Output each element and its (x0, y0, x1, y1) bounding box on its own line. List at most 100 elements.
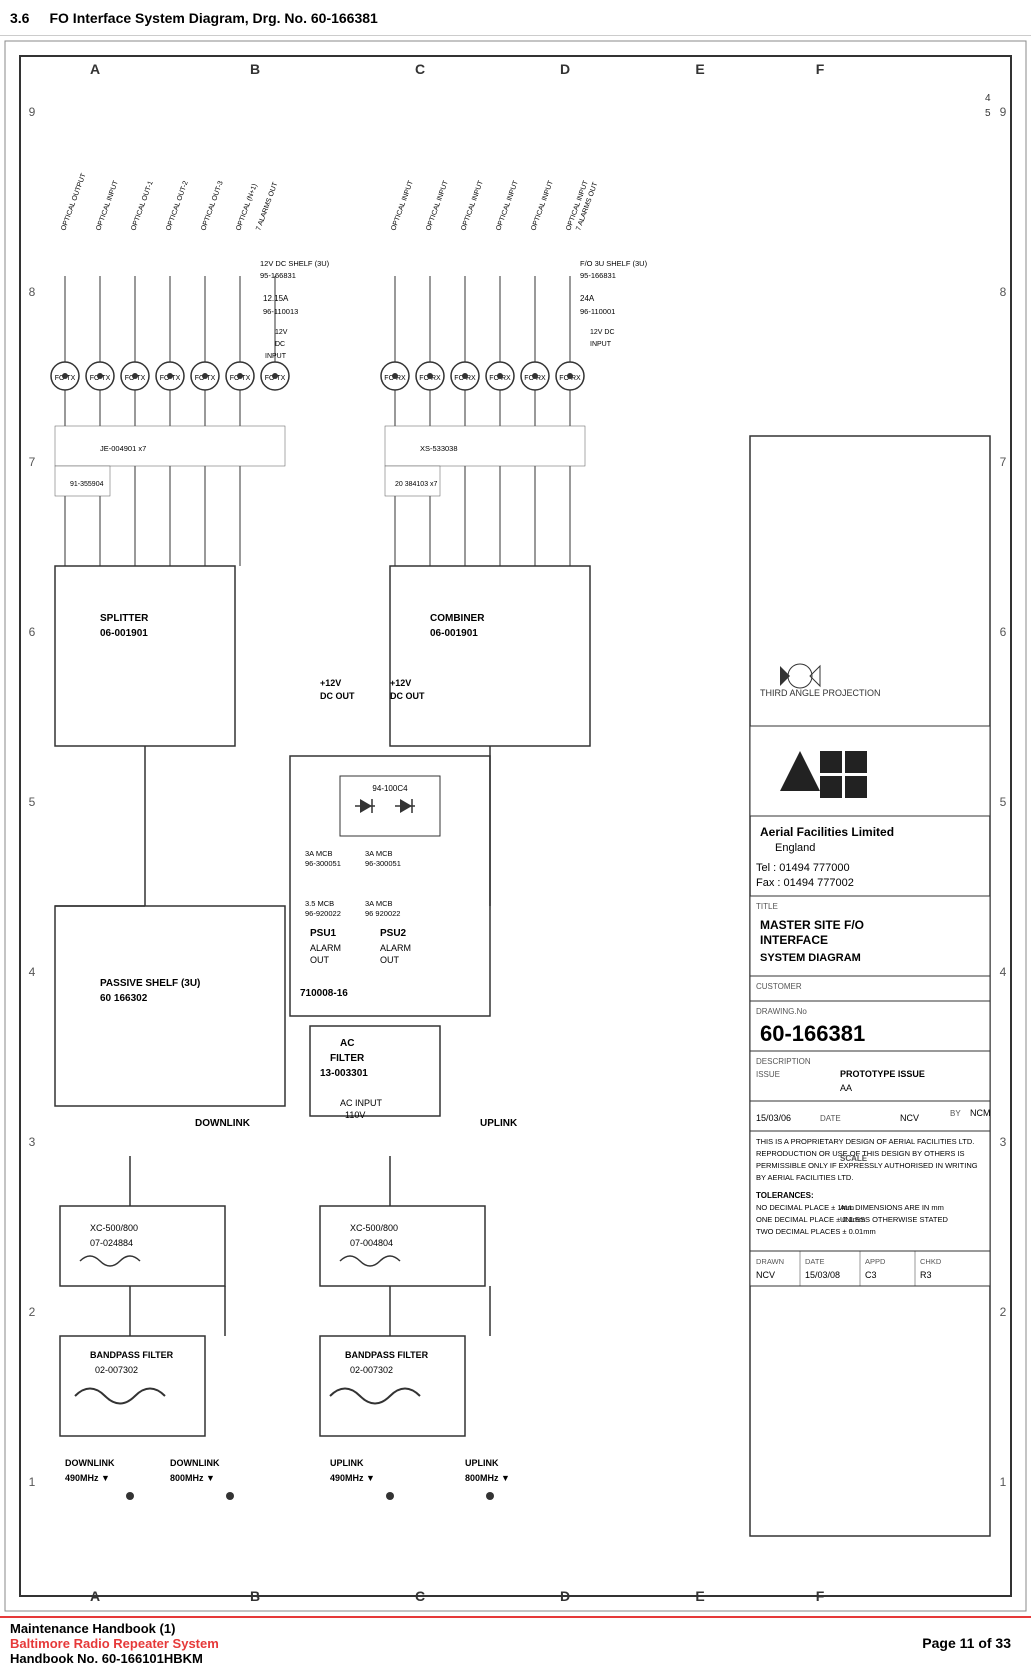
svg-text:BY: BY (950, 1109, 961, 1118)
svg-text:DESCRIPTION: DESCRIPTION (756, 1057, 811, 1066)
svg-text:800MHz ▼: 800MHz ▼ (465, 1473, 510, 1483)
svg-text:4: 4 (1000, 965, 1007, 979)
svg-text:95-166831: 95-166831 (260, 271, 296, 280)
svg-text:DOWNLINK: DOWNLINK (170, 1458, 220, 1468)
svg-text:DC: DC (275, 341, 285, 348)
svg-text:7: 7 (1000, 455, 1007, 469)
svg-text:B: B (250, 1588, 260, 1604)
svg-text:02-007302: 02-007302 (95, 1365, 138, 1375)
svg-text:12.15A: 12.15A (263, 294, 289, 303)
svg-text:D: D (560, 61, 570, 77)
footer-line3: Handbook No. 60-166101HBKM (10, 1651, 922, 1666)
svg-text:England: England (775, 842, 815, 854)
svg-text:4: 4 (985, 93, 991, 104)
svg-text:DOWNLINK: DOWNLINK (195, 1118, 251, 1129)
svg-text:F: F (816, 61, 825, 77)
svg-text:96-110001: 96-110001 (580, 307, 615, 316)
svg-text:12V: 12V (275, 329, 288, 336)
svg-text:TWO DECIMAL PLACES ± 0.01mm: TWO DECIMAL PLACES ± 0.01mm (756, 1227, 876, 1236)
svg-text:INTERFACE: INTERFACE (760, 933, 828, 947)
svg-text:8: 8 (1000, 285, 1007, 299)
svg-text:E: E (695, 61, 704, 77)
svg-text:8: 8 (29, 285, 36, 299)
svg-text:5: 5 (985, 108, 991, 119)
svg-text:3.5 MCB: 3.5 MCB (305, 899, 334, 908)
svg-text:CUSTOMER: CUSTOMER (756, 982, 802, 991)
svg-text:9: 9 (29, 105, 36, 119)
svg-text:6: 6 (29, 625, 36, 639)
svg-text:07-024884: 07-024884 (90, 1238, 133, 1248)
svg-text:AA: AA (840, 1083, 852, 1093)
svg-text:DATE: DATE (805, 1257, 824, 1266)
svg-text:ISSUE: ISSUE (756, 1070, 780, 1079)
svg-text:C3: C3 (865, 1270, 877, 1280)
svg-text:5: 5 (1000, 795, 1007, 809)
svg-text:NCM: NCM (970, 1108, 991, 1118)
svg-text:96-300051: 96-300051 (305, 859, 341, 868)
svg-text:OUT: OUT (380, 955, 400, 965)
svg-text:COMBINER: COMBINER (430, 613, 485, 624)
svg-text:THIRD ANGLE PROJECTION: THIRD ANGLE PROJECTION (760, 688, 881, 698)
svg-text:INPUT: INPUT (265, 353, 287, 360)
svg-text:F: F (816, 1588, 825, 1604)
svg-text:CHKD: CHKD (920, 1257, 942, 1266)
svg-text:R3: R3 (920, 1270, 932, 1280)
svg-text:800MHz ▼: 800MHz ▼ (170, 1473, 215, 1483)
svg-text:3A MCB: 3A MCB (365, 849, 393, 858)
svg-text:07-004804: 07-004804 (350, 1238, 393, 1248)
svg-text:JE-004901 x7: JE-004901 x7 (100, 444, 146, 453)
svg-text:12V DC SHELF (3U): 12V DC SHELF (3U) (260, 259, 330, 268)
svg-text:SCALE: SCALE (840, 1154, 868, 1163)
footer-line1: Maintenance Handbook (1) (10, 1621, 922, 1636)
svg-text:96-300051: 96-300051 (365, 859, 401, 868)
svg-text:D: D (560, 1588, 570, 1604)
svg-text:Fax : 01494 777002: Fax : 01494 777002 (756, 877, 854, 889)
section-number: 3.6 (10, 10, 29, 26)
svg-text:UNLESS OTHERWISE STATED: UNLESS OTHERWISE STATED (840, 1215, 949, 1224)
svg-text:AC INPUT: AC INPUT (340, 1098, 383, 1108)
svg-text:6: 6 (1000, 625, 1007, 639)
svg-text:15/03/06: 15/03/06 (756, 1113, 791, 1123)
svg-text:1: 1 (29, 1475, 36, 1489)
svg-text:SPLITTER: SPLITTER (100, 613, 149, 624)
svg-text:DRAWING.No: DRAWING.No (756, 1007, 807, 1016)
svg-text:DC OUT: DC OUT (320, 691, 355, 701)
svg-text:XC-500/800: XC-500/800 (90, 1223, 138, 1233)
svg-text:UPLINK: UPLINK (465, 1458, 499, 1468)
svg-text:AC: AC (340, 1038, 354, 1049)
svg-text:APPD: APPD (865, 1257, 886, 1266)
svg-text:SYSTEM DIAGRAM: SYSTEM DIAGRAM (760, 952, 861, 964)
svg-text:7: 7 (29, 455, 36, 469)
svg-text:3A MCB: 3A MCB (305, 849, 333, 858)
svg-text:BANDPASS FILTER: BANDPASS FILTER (345, 1350, 429, 1360)
svg-text:XC-500/800: XC-500/800 (350, 1223, 398, 1233)
svg-text:INPUT: INPUT (590, 341, 612, 348)
footer-left: Maintenance Handbook (1) Baltimore Radio… (10, 1621, 922, 1666)
svg-text:OUT: OUT (310, 955, 330, 965)
svg-text:710008-16: 710008-16 (300, 988, 348, 999)
svg-text:ALARM: ALARM (310, 943, 341, 953)
svg-text:DC OUT: DC OUT (390, 691, 425, 701)
svg-text:02-007302: 02-007302 (350, 1365, 393, 1375)
page-footer: Maintenance Handbook (1) Baltimore Radio… (0, 1616, 1031, 1668)
svg-text:F/O 3U SHELF (3U): F/O 3U SHELF (3U) (580, 259, 648, 268)
svg-text:13-003301: 13-003301 (320, 1068, 368, 1079)
drawing-area: A B C D E F A B C D E F 9 8 7 6 5 4 3 2 … (0, 36, 1031, 1616)
svg-text:110V: 110V (345, 1110, 365, 1120)
svg-text:Tel : 01494 777000: Tel : 01494 777000 (756, 862, 850, 874)
svg-text:95-166831: 95-166831 (580, 271, 616, 280)
svg-text:96 920022: 96 920022 (365, 909, 400, 918)
svg-text:12V DC: 12V DC (590, 329, 615, 336)
svg-text:BY AERIAL FACILITIES LTD.: BY AERIAL FACILITIES LTD. (756, 1173, 853, 1182)
svg-text:C: C (415, 1588, 425, 1604)
svg-text:60 166302: 60 166302 (100, 993, 148, 1004)
svg-text:Aerial Facilities Limited: Aerial Facilities Limited (760, 825, 894, 839)
svg-text:9: 9 (1000, 105, 1007, 119)
svg-text:BANDPASS FILTER: BANDPASS FILTER (90, 1350, 174, 1360)
svg-text:XS-533038: XS-533038 (420, 444, 458, 453)
svg-text:24A: 24A (580, 294, 595, 303)
page-number: Page 11 of 33 (922, 1635, 1011, 1651)
svg-text:490MHz ▼: 490MHz ▼ (65, 1473, 110, 1483)
svg-text:DATE: DATE (820, 1114, 841, 1123)
page-title: FO Interface System Diagram, Drg. No. 60… (49, 10, 377, 26)
